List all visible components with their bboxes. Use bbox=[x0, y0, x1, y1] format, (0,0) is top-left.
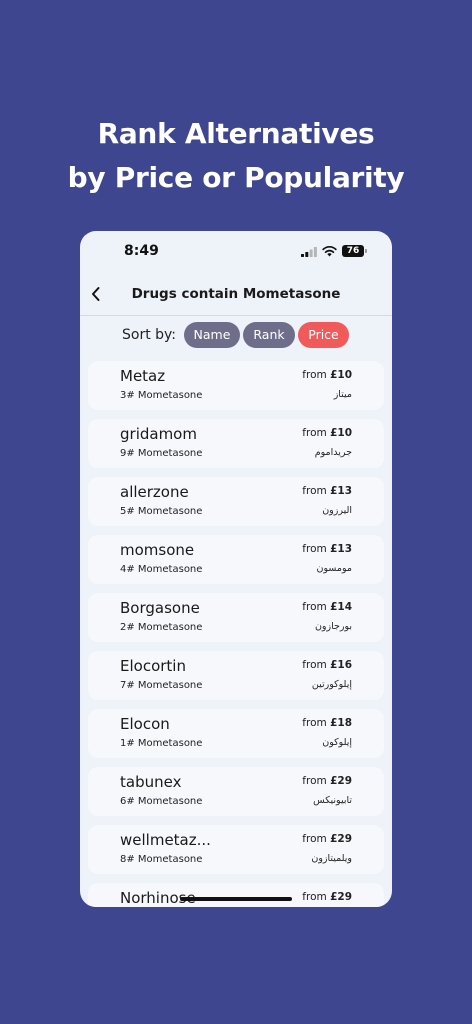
drug-name: allerzone bbox=[120, 483, 189, 501]
sort-controls: Sort by: Name Rank Price bbox=[80, 322, 392, 348]
drug-arabic-name: تابيونيكس bbox=[313, 795, 352, 806]
drug-arabic-name: بورجازون bbox=[314, 621, 352, 632]
list-item[interactable]: Metaz 3# Mometasone from £10 ميتاز bbox=[88, 361, 384, 410]
price-prefix: from bbox=[302, 543, 327, 555]
headline-line-1: Rank Alternatives bbox=[97, 117, 375, 150]
drug-name: gridamom bbox=[120, 425, 197, 443]
price-prefix: from bbox=[302, 891, 327, 903]
sort-by-price-button[interactable]: Price bbox=[298, 322, 349, 348]
price-prefix: from bbox=[302, 833, 327, 845]
list-item[interactable]: momsone 4# Mometasone from £13 مومسون bbox=[88, 535, 384, 584]
drug-rank: 7# Mometasone bbox=[120, 680, 203, 691]
list-item[interactable]: wellmetaz... 8# Mometasone from £29 ويلم… bbox=[88, 825, 384, 874]
battery-icon: 76 bbox=[342, 245, 364, 257]
list-item[interactable]: Elocortin 7# Mometasone from £16 إيلوكور… bbox=[88, 651, 384, 700]
list-item[interactable]: Borgasone 2# Mometasone from £14 بورجازو… bbox=[88, 593, 384, 642]
drug-rank: 8# Mometasone bbox=[120, 854, 203, 865]
price-value: £18 bbox=[330, 717, 352, 729]
promo-headline: Rank Alternatives by Price or Popularity bbox=[0, 112, 472, 200]
home-indicator[interactable] bbox=[180, 897, 292, 901]
price-prefix: from bbox=[302, 775, 327, 787]
price-value: £14 bbox=[330, 601, 352, 613]
price-prefix: from bbox=[302, 717, 327, 729]
drug-rank: 4# Mometasone bbox=[120, 564, 203, 575]
wifi-icon bbox=[322, 245, 337, 257]
drug-name: wellmetaz... bbox=[120, 831, 211, 849]
drug-name: Borgasone bbox=[120, 599, 200, 617]
status-time: 8:49 bbox=[124, 243, 159, 259]
price-prefix: from bbox=[302, 659, 327, 671]
battery-tip bbox=[365, 249, 367, 253]
price-value: £29 bbox=[330, 833, 352, 845]
drug-price: from £29 bbox=[302, 891, 352, 903]
price-prefix: from bbox=[302, 485, 327, 497]
phone-screen: 8:49 76 Drugs contain Mometasone Sort by… bbox=[80, 231, 392, 907]
drug-price: from £13 bbox=[302, 485, 352, 497]
navigation-bar: Drugs contain Mometasone bbox=[80, 273, 392, 316]
drug-arabic-name: اليرزون bbox=[322, 505, 352, 516]
sort-by-rank-button[interactable]: Rank bbox=[243, 322, 295, 348]
price-value: £13 bbox=[330, 543, 352, 555]
headline-line-2: by Price or Popularity bbox=[67, 161, 405, 194]
drug-rank: 1# Mometasone bbox=[120, 738, 203, 749]
price-value: £29 bbox=[330, 775, 352, 787]
list-item[interactable]: Norhinose from £29 bbox=[88, 883, 384, 907]
list-item[interactable]: gridamom 9# Mometasone from £10 جريداموم bbox=[88, 419, 384, 468]
cellular-signal-icon bbox=[301, 247, 317, 257]
drug-name: Elocortin bbox=[120, 657, 186, 675]
sort-label: Sort by: bbox=[122, 327, 177, 343]
price-value: £10 bbox=[330, 369, 352, 381]
drug-price: from £10 bbox=[302, 369, 352, 381]
drug-name: Elocon bbox=[120, 715, 170, 733]
drug-arabic-name: جريداموم bbox=[314, 447, 352, 458]
drug-price: from £29 bbox=[302, 775, 352, 787]
drug-arabic-name: ويلميتازون bbox=[311, 853, 352, 864]
price-value: £16 bbox=[330, 659, 352, 671]
drug-arabic-name: مومسون bbox=[316, 563, 352, 574]
drug-name: momsone bbox=[120, 541, 195, 559]
drug-rank: 3# Mometasone bbox=[120, 390, 203, 401]
drug-price: from £16 bbox=[302, 659, 352, 671]
price-value: £29 bbox=[330, 891, 352, 903]
drug-price: from £14 bbox=[302, 601, 352, 613]
drug-arabic-name: إيلوكورتين bbox=[311, 679, 352, 690]
status-bar: 8:49 76 bbox=[80, 231, 392, 273]
drug-price: from £18 bbox=[302, 717, 352, 729]
price-prefix: from bbox=[302, 601, 327, 613]
drug-name: tabunex bbox=[120, 773, 182, 791]
sort-by-name-button[interactable]: Name bbox=[184, 322, 240, 348]
drug-price: from £13 bbox=[302, 543, 352, 555]
drug-arabic-name: ميتاز bbox=[333, 389, 352, 400]
price-prefix: from bbox=[302, 427, 327, 439]
drug-rank: 5# Mometasone bbox=[120, 506, 203, 517]
drug-rank: 9# Mometasone bbox=[120, 448, 203, 459]
drug-rank: 6# Mometasone bbox=[120, 796, 203, 807]
drug-price: from £10 bbox=[302, 427, 352, 439]
list-item[interactable]: Elocon 1# Mometasone from £18 إيلوكون bbox=[88, 709, 384, 758]
price-value: £13 bbox=[330, 485, 352, 497]
list-item[interactable]: tabunex 6# Mometasone from £29 تابيونيكس bbox=[88, 767, 384, 816]
list-item[interactable]: allerzone 5# Mometasone from £13 اليرزون bbox=[88, 477, 384, 526]
drug-name: Metaz bbox=[120, 367, 166, 385]
page-title: Drugs contain Mometasone bbox=[131, 286, 341, 302]
price-prefix: from bbox=[302, 369, 327, 381]
drug-price: from £29 bbox=[302, 833, 352, 845]
price-value: £10 bbox=[330, 427, 352, 439]
drug-arabic-name: إيلوكون bbox=[322, 737, 352, 748]
drug-rank: 2# Mometasone bbox=[120, 622, 203, 633]
